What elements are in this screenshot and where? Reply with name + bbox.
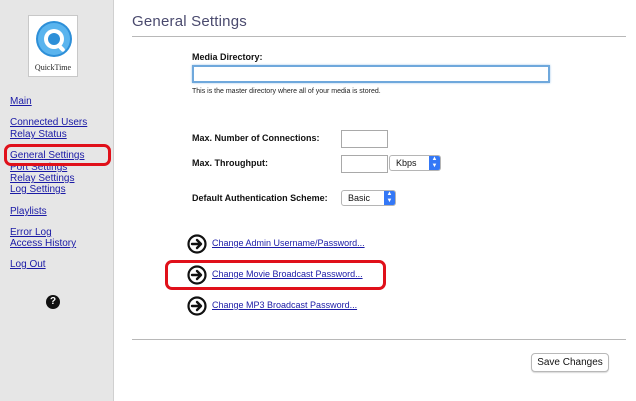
sidebar-item-error-log[interactable]: Error Log	[10, 227, 52, 238]
sidebar-item-connected-users[interactable]: Connected Users	[10, 117, 87, 128]
sidebar-item-port-settings[interactable]: Port Settings	[10, 162, 67, 173]
max-connections-input[interactable]	[341, 130, 388, 148]
auth-scheme-label: Default Authentication Scheme:	[192, 193, 328, 203]
media-directory-label: Media Directory:	[192, 52, 263, 62]
chevron-updown-icon: ▲ ▼	[384, 191, 395, 205]
change-mp3-broadcast-password-link[interactable]: Change MP3 Broadcast Password...	[212, 300, 357, 310]
auth-scheme-select[interactable]: Basic ▲ ▼	[341, 190, 396, 206]
auth-scheme-value: Basic	[348, 193, 371, 203]
change-movie-broadcast-password-link[interactable]: Change Movie Broadcast Password...	[212, 269, 363, 279]
sidebar-item-relay-status[interactable]: Relay Status	[10, 129, 67, 140]
sidebar-item-general-settings[interactable]: General Settings	[10, 150, 85, 161]
quicktime-logo: QuickTime	[28, 15, 78, 77]
sidebar-item-log-settings[interactable]: Log Settings	[10, 184, 66, 195]
main-panel: General Settings Media Directory: This i…	[115, 0, 636, 401]
arrow-right-circle-icon	[187, 265, 207, 285]
max-throughput-label: Max. Throughput:	[192, 158, 268, 168]
sidebar-item-playlists[interactable]: Playlists	[10, 206, 47, 217]
sidebar-item-access-history[interactable]: Access History	[10, 238, 76, 249]
page-title: General Settings	[132, 13, 247, 30]
question-mark-icon[interactable]: ?	[46, 295, 60, 309]
arrow-right-circle-icon	[187, 296, 207, 316]
chevron-updown-icon: ▲ ▼	[429, 156, 440, 170]
sidebar: QuickTime Main Connected Users Relay Sta…	[0, 0, 114, 401]
footer-divider	[132, 339, 626, 340]
arrow-right-circle-icon	[187, 234, 207, 254]
media-directory-input[interactable]	[192, 65, 550, 83]
max-connections-label: Max. Number of Connections:	[192, 133, 320, 143]
sidebar-item-main[interactable]: Main	[10, 96, 32, 107]
max-throughput-input[interactable]	[341, 155, 388, 173]
logo-text: QuickTime	[34, 63, 72, 72]
throughput-unit-value: Kbps	[396, 158, 417, 168]
quicktime-logo-icon	[36, 21, 72, 57]
title-divider	[132, 36, 626, 37]
change-admin-password-link[interactable]: Change Admin Username/Password...	[212, 238, 365, 248]
media-directory-hint: This is the master directory where all o…	[192, 88, 381, 95]
save-changes-button[interactable]: Save Changes	[531, 353, 609, 372]
throughput-unit-select[interactable]: Kbps ▲ ▼	[389, 155, 441, 171]
sidebar-item-relay-settings[interactable]: Relay Settings	[10, 173, 74, 184]
sidebar-item-log-out[interactable]: Log Out	[10, 259, 46, 270]
